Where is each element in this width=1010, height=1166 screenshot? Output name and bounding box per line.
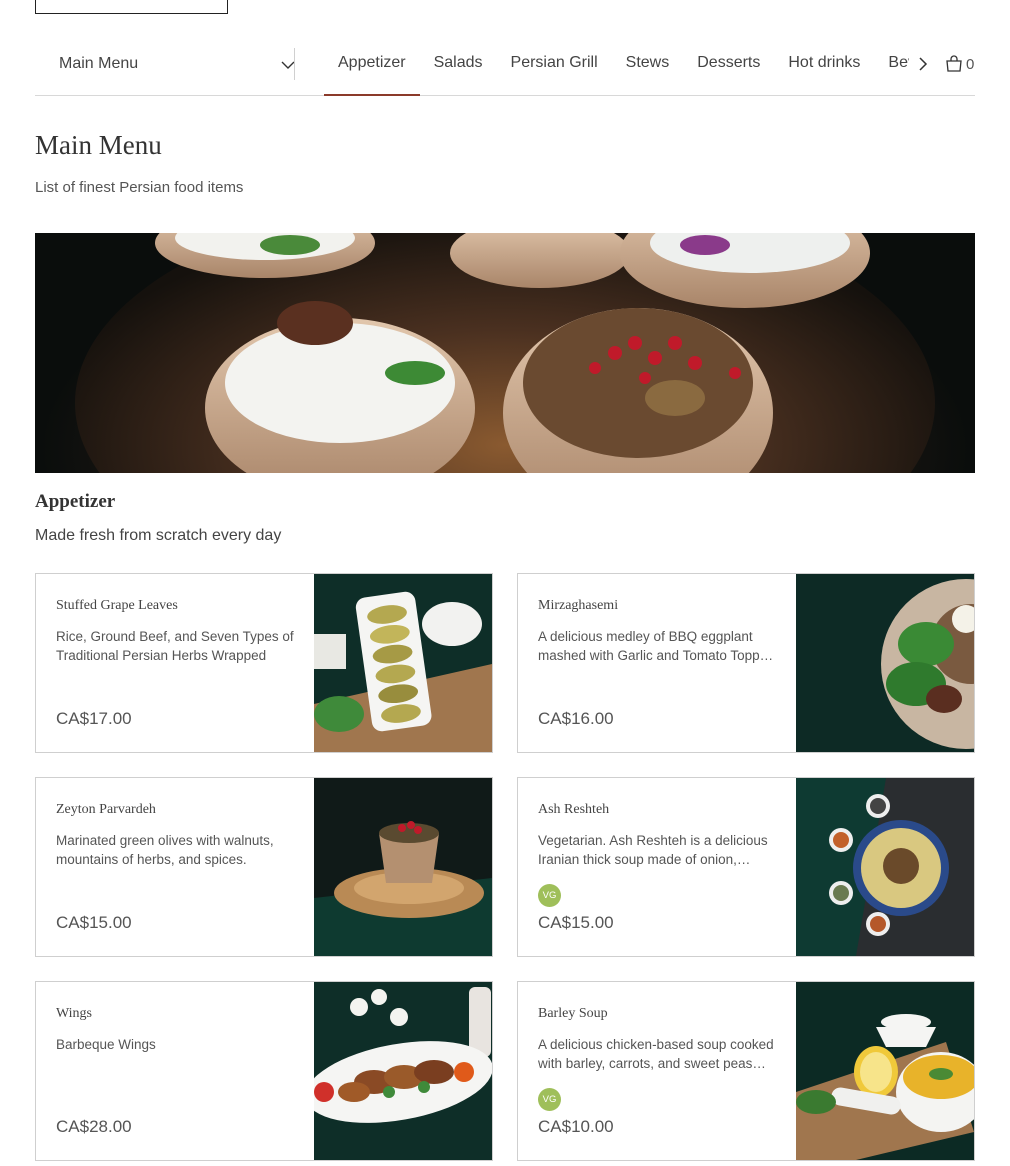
menu-item-photo <box>796 982 974 1160</box>
cart-count: 0 <box>966 55 975 73</box>
menu-item-card[interactable]: Mirzaghasemi A delicious medley of BBQ e… <box>517 573 975 753</box>
menu-item-card[interactable]: Wings Barbeque Wings CA$28.00 <box>35 981 493 1161</box>
menu-item-photo <box>796 778 974 956</box>
section-description: Made fresh from scratch every day <box>35 527 282 544</box>
menu-item-price: CA$15.00 <box>56 913 132 932</box>
menu-item-description: A delicious chicken-based soup cooked wi… <box>538 1037 774 1071</box>
tab-stews[interactable]: Stews <box>612 40 684 96</box>
tab-persian-grill[interactable]: Persian Grill <box>497 40 612 96</box>
top-cutoff-button[interactable] <box>35 0 228 14</box>
vegan-badge: VG <box>538 884 561 907</box>
menu-item-info: Zeyton Parvardeh Marinated green olives … <box>56 778 296 956</box>
menu-item-name: Ash Reshteh <box>538 802 610 817</box>
menu-item-photo <box>314 574 492 752</box>
menu-navbar: Main Menu Appetizer Salads Persian Grill… <box>35 40 975 96</box>
menu-item-photo <box>314 982 492 1160</box>
menu-item-name: Zeyton Parvardeh <box>56 802 156 817</box>
menu-item-price: CA$10.00 <box>538 1117 614 1136</box>
menu-item-info: Barley Soup A delicious chicken-based so… <box>538 982 778 1160</box>
menu-item-description: Rice, Ground Beef, and Seven Types of Tr… <box>56 629 294 663</box>
shopping-bag-icon <box>946 55 962 72</box>
chevron-down-icon <box>281 61 295 69</box>
menu-item-description: Barbeque Wings <box>56 1037 156 1052</box>
section-hero-image <box>35 233 975 473</box>
menu-item-info: Ash Reshteh Vegetarian. Ash Reshteh is a… <box>538 778 778 956</box>
nav-divider <box>294 48 295 80</box>
tab-appetizer[interactable]: Appetizer <box>324 40 420 96</box>
menu-item-card[interactable]: Zeyton Parvardeh Marinated green olives … <box>35 777 493 957</box>
cart-button[interactable]: 0 <box>945 54 974 74</box>
tab-salads[interactable]: Salads <box>420 40 497 96</box>
menu-item-name: Mirzaghasemi <box>538 598 619 613</box>
menu-item-photo <box>796 574 974 752</box>
menu-item-description: Marinated green olives with walnuts, mou… <box>56 833 274 867</box>
category-tabs: Appetizer Salads Persian Grill Stews Des… <box>324 40 909 96</box>
menu-item-info: Mirzaghasemi A delicious medley of BBQ e… <box>538 574 778 752</box>
menu-dropdown-label: Main Menu <box>59 55 139 72</box>
menu-item-info: Stuffed Grape Leaves Rice, Ground Beef, … <box>56 574 296 752</box>
page-subtitle: List of finest Persian food items <box>35 179 244 196</box>
menu-item-name: Barley Soup <box>538 1006 608 1021</box>
tab-hot-drinks[interactable]: Hot drinks <box>774 40 874 96</box>
menu-item-price: CA$16.00 <box>538 709 614 728</box>
menu-item-card[interactable]: Barley Soup A delicious chicken-based so… <box>517 981 975 1161</box>
menu-item-name: Stuffed Grape Leaves <box>56 598 178 613</box>
tab-desserts[interactable]: Desserts <box>683 40 774 96</box>
menu-dropdown[interactable]: Main Menu <box>35 48 295 80</box>
menu-item-card[interactable]: Ash Reshteh Vegetarian. Ash Reshteh is a… <box>517 777 975 957</box>
section-title: Appetizer <box>35 491 116 512</box>
menu-item-price: CA$17.00 <box>56 709 132 728</box>
page-title: Main Menu <box>35 130 162 160</box>
menu-item-price: CA$15.00 <box>538 913 614 932</box>
tab-beverages[interactable]: Beverages <box>874 40 909 96</box>
menu-item-info: Wings Barbeque Wings CA$28.00 <box>56 982 296 1160</box>
menu-item-name: Wings <box>56 1006 92 1021</box>
menu-item-price: CA$28.00 <box>56 1117 132 1136</box>
menu-item-description: A delicious medley of BBQ eggplant mashe… <box>538 629 774 663</box>
menu-item-photo <box>314 778 492 956</box>
menu-item-description: Vegetarian. Ash Reshteh is a delicious I… <box>538 833 768 867</box>
menu-item-card[interactable]: Stuffed Grape Leaves Rice, Ground Beef, … <box>35 573 493 753</box>
chevron-right-icon[interactable] <box>916 56 930 72</box>
vegan-badge: VG <box>538 1088 561 1111</box>
